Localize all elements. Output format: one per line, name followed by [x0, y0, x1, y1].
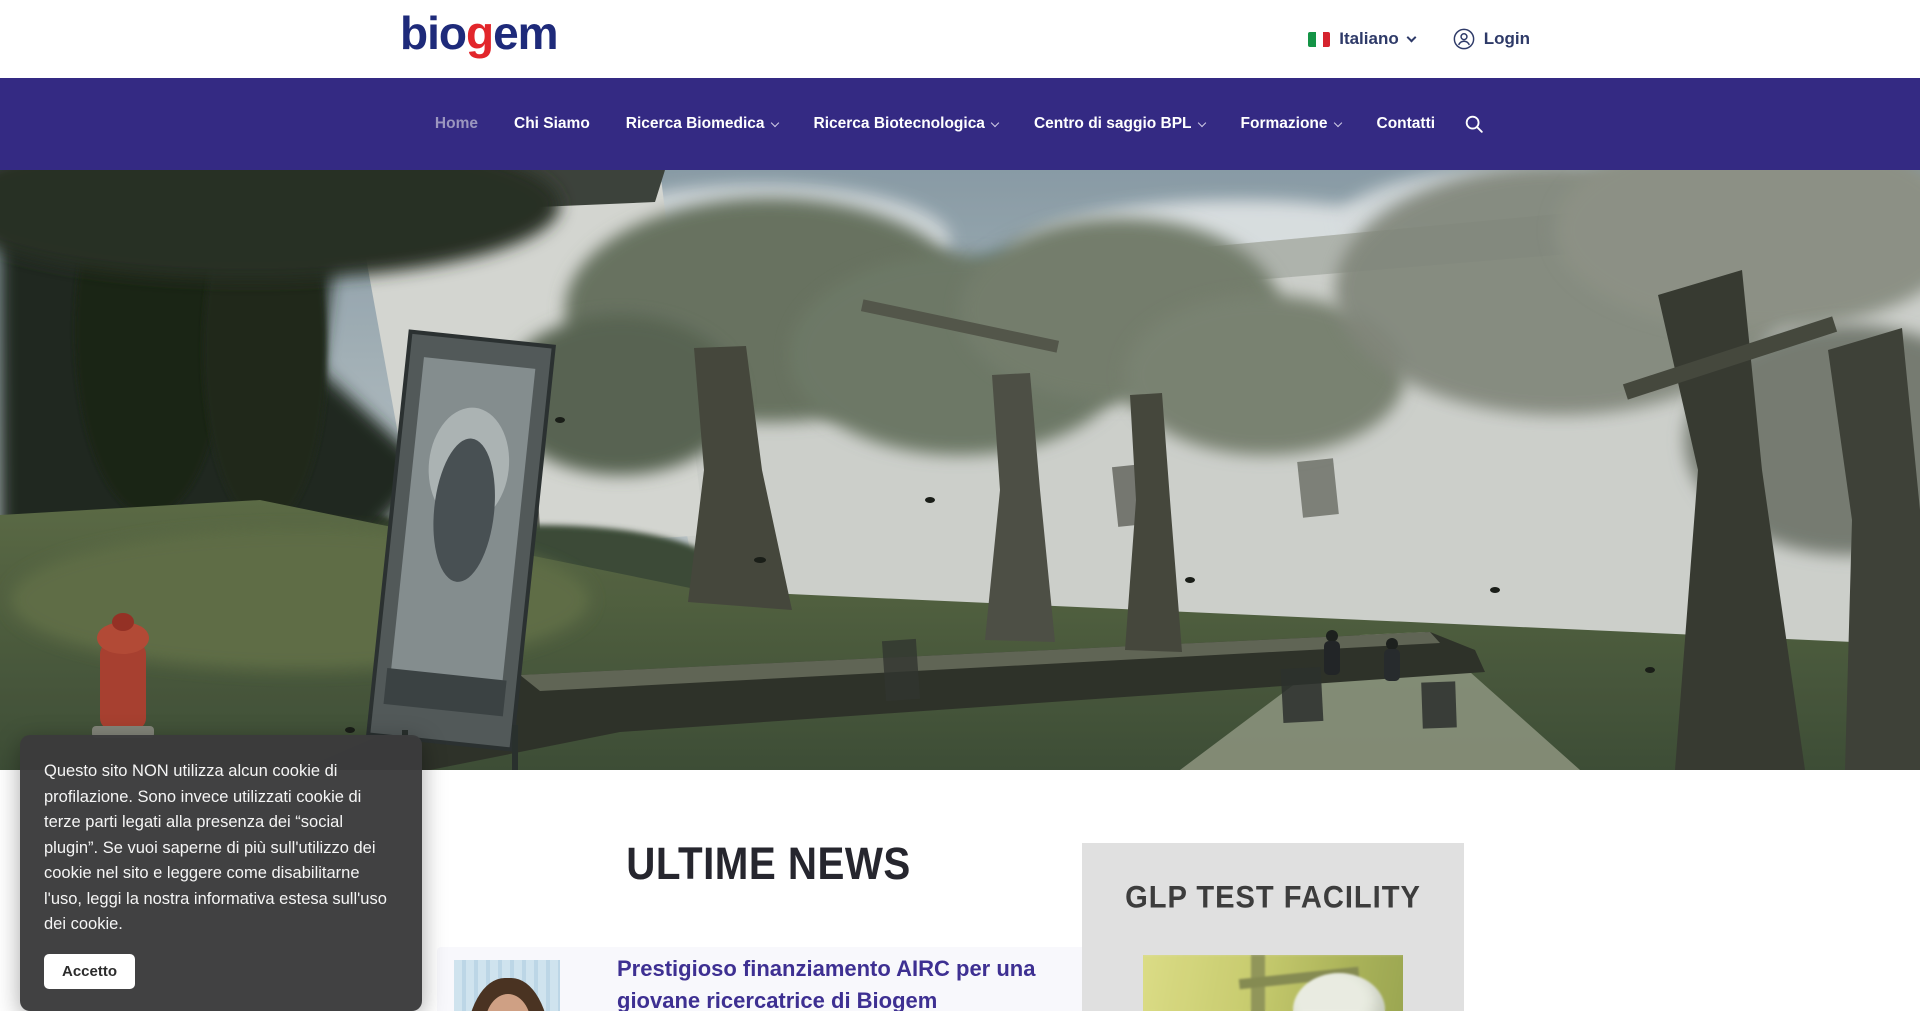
login-button[interactable]: Login — [1453, 28, 1530, 50]
glp-heading: GLP TEST FACILITY — [1088, 880, 1459, 916]
chevron-down-icon — [991, 118, 999, 126]
language-selector[interactable]: Italiano — [1308, 29, 1415, 49]
nav-list: Home Chi Siamo Ricerca Biomedica Ricerca… — [435, 115, 1435, 133]
nav-item-contatti[interactable]: Contatti — [1377, 115, 1436, 133]
search-button[interactable] — [1463, 113, 1485, 135]
user-icon — [1453, 28, 1475, 50]
search-icon — [1463, 113, 1485, 135]
chevron-down-icon — [770, 118, 778, 126]
news-thumbnail-image — [454, 960, 560, 1011]
italian-flag-icon — [1308, 32, 1330, 47]
nav-item-formazione[interactable]: Formazione — [1241, 115, 1341, 133]
logo-text-g: g — [466, 7, 493, 59]
nav-item-home[interactable]: Home — [435, 115, 478, 133]
accept-cookies-button[interactable]: Accetto — [44, 954, 135, 989]
hero-video-image[interactable] — [0, 170, 1920, 770]
cookie-consent-banner: Questo sito NON utilizza alcun cookie di… — [20, 735, 422, 1011]
cookie-message: Questo sito NON utilizza alcun cookie di… — [44, 759, 398, 938]
nav-item-centro-di-saggio-bpl[interactable]: Centro di saggio BPL — [1034, 115, 1205, 133]
main-navigation: Home Chi Siamo Ricerca Biomedica Ricerca… — [0, 78, 1920, 170]
news-item-title[interactable]: Prestigioso finanziamento AIRC per una g… — [617, 953, 1057, 1011]
glp-facility-image — [1143, 955, 1403, 1011]
nav-item-ricerca-biomedica[interactable]: Ricerca Biomedica — [626, 115, 778, 133]
nav-item-chi-siamo[interactable]: Chi Siamo — [514, 115, 590, 133]
login-label: Login — [1484, 29, 1530, 49]
biogem-logo[interactable]: biogem — [400, 10, 558, 56]
ultime-news-heading: ULTIME NEWS — [450, 838, 1086, 890]
logo-text-em: em — [493, 7, 557, 59]
chevron-down-icon — [1406, 32, 1416, 42]
campus-photo-illustration — [0, 170, 1920, 770]
logo-text-bio: bio — [400, 7, 466, 59]
chevron-down-icon — [1333, 118, 1341, 126]
header-actions: Italiano Login — [1308, 0, 1530, 78]
nav-item-ricerca-biotecnologica[interactable]: Ricerca Biotecnologica — [814, 115, 998, 133]
chevron-down-icon — [1197, 118, 1205, 126]
language-label: Italiano — [1339, 29, 1399, 49]
glp-test-facility-panel[interactable]: GLP TEST FACILITY — [1082, 843, 1464, 1011]
site-header: biogem Italiano Login — [0, 0, 1920, 78]
news-list-item[interactable]: Prestigioso finanziamento AIRC per una g… — [437, 947, 1100, 1011]
